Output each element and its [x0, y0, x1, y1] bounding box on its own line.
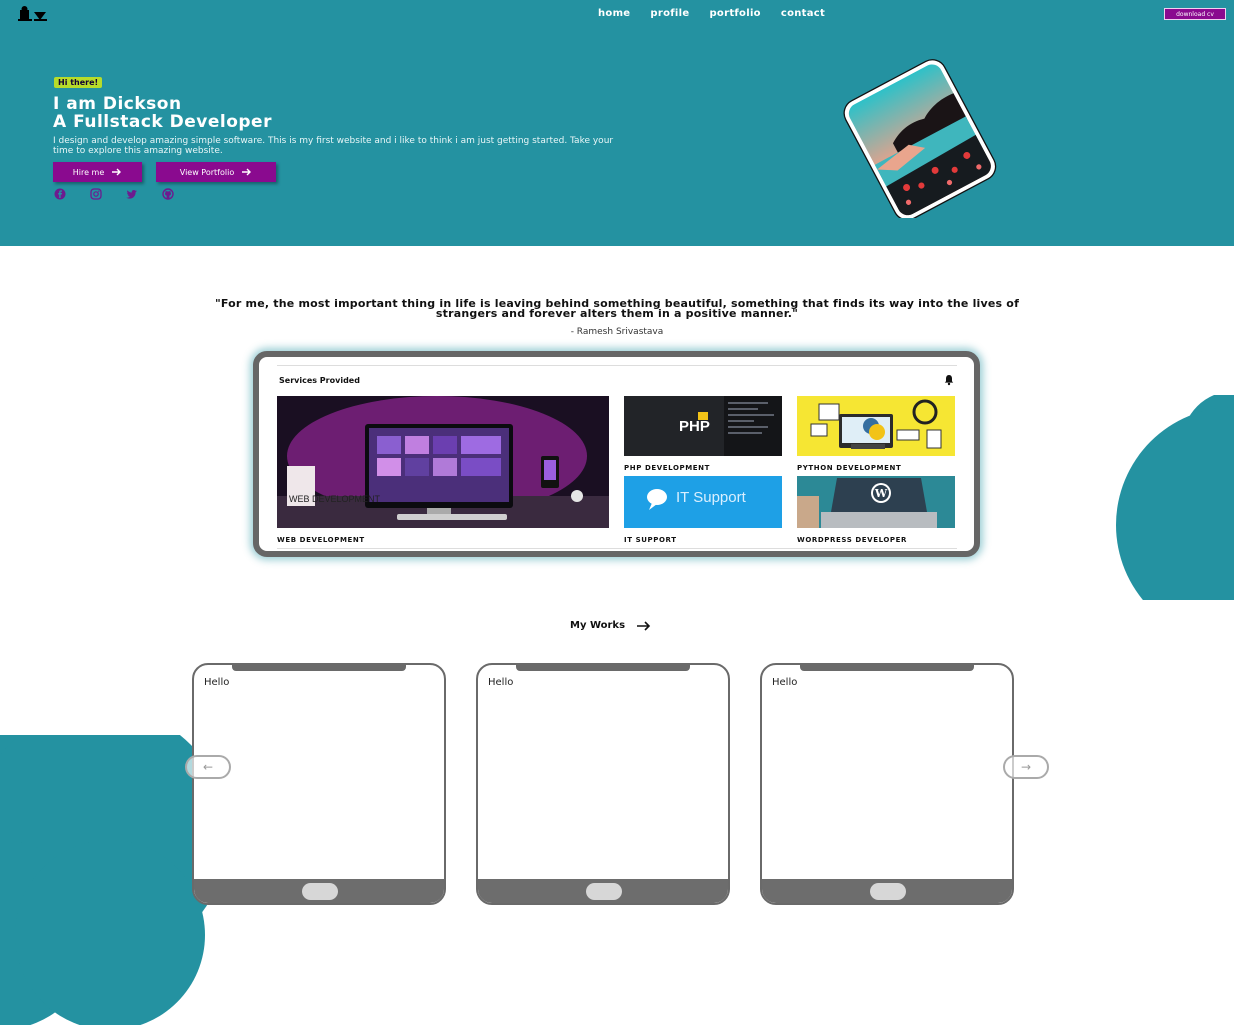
nav-contact-link[interactable]: contact — [781, 8, 825, 19]
quote-author: - Ramesh Srivastava — [570, 327, 664, 337]
nav-portfolio-link[interactable]: portfolio — [709, 8, 760, 19]
services-heading: Services Provided — [279, 376, 360, 385]
services-panel: Services Provided WEB DEVELOPMENT WEB DE… — [277, 365, 957, 549]
wordpress-laptop-image: W — [797, 476, 955, 528]
twitter-icon[interactable] — [126, 188, 138, 200]
service-tile-it-support[interactable]: IT Support — [624, 476, 782, 528]
nav-home-link[interactable]: home — [598, 8, 630, 19]
svg-text:W: W — [874, 487, 888, 500]
arrow-right-icon — [242, 168, 252, 176]
hero-buttons: Hire me View Portfolio — [53, 162, 276, 182]
arrow-right-icon — [637, 620, 651, 631]
work-card-text: Hello — [772, 677, 798, 688]
arrow-right-icon — [112, 168, 122, 176]
service-tile-web-development[interactable]: WEB DEVELOPMENT — [277, 396, 609, 528]
hire-me-label: Hire me — [72, 167, 105, 177]
home-button — [870, 883, 906, 900]
work-card[interactable]: Hello — [476, 663, 730, 905]
service-tile-wordpress[interactable]: W — [797, 476, 955, 528]
phone-notch — [232, 665, 406, 671]
view-portfolio-label: View Portfolio — [179, 167, 235, 177]
hire-me-button[interactable]: Hire me — [53, 162, 142, 182]
logo-icon[interactable] — [18, 6, 50, 22]
service-label-python: PYTHON DEVELOPMENT — [797, 464, 902, 472]
services-device-frame: Services Provided WEB DEVELOPMENT WEB DE… — [253, 351, 980, 557]
python-illustration — [797, 396, 955, 456]
service-label-web-development: WEB DEVELOPMENT — [277, 536, 365, 544]
github-icon[interactable] — [162, 188, 174, 200]
carousel-prev-button[interactable]: ← — [185, 755, 231, 779]
view-portfolio-button[interactable]: View Portfolio — [156, 162, 276, 182]
phone-chin — [478, 879, 728, 903]
web-development-overlay: WEB DEVELOPMENT — [289, 494, 381, 504]
cloud-blob-right — [1116, 395, 1234, 600]
work-card-text: Hello — [204, 677, 230, 688]
nav-profile-link[interactable]: profile — [650, 8, 689, 19]
service-label-php: PHP DEVELOPMENT — [624, 464, 711, 472]
service-label-wordpress: WORDPRESS DEVELOPER — [797, 536, 908, 544]
carousel-next-button[interactable]: → — [1003, 755, 1049, 779]
service-label-it-support: IT SUPPORT — [624, 536, 677, 544]
hero-phone-illustration — [843, 59, 997, 218]
phone-chin — [762, 879, 1012, 903]
instagram-icon[interactable] — [90, 188, 102, 200]
service-tile-python[interactable] — [797, 396, 955, 456]
work-card[interactable]: Hello — [760, 663, 1014, 905]
bell-icon[interactable] — [943, 374, 955, 386]
hero-description: I design and develop amazing simple soft… — [53, 136, 614, 156]
hero-title-line1: I am Dickson — [53, 94, 182, 114]
php-overlay: PHP — [679, 418, 710, 435]
my-works-heading[interactable]: My Works — [570, 620, 651, 631]
it-support-overlay: IT Support — [676, 489, 746, 506]
social-links — [54, 188, 174, 200]
monitor-desk-image — [277, 396, 609, 528]
home-button — [586, 883, 622, 900]
phone-chin — [194, 879, 444, 903]
main-nav: home profile portfolio contact — [598, 8, 825, 19]
hero-title: I am Dickson A Fullstack Developer — [53, 95, 272, 131]
hero-section: home profile portfolio contact download … — [0, 0, 1234, 246]
work-card-text: Hello — [488, 677, 514, 688]
hero-title-line2: A Fullstack Developer — [53, 112, 272, 132]
service-tile-php[interactable]: PHP — [624, 396, 782, 456]
download-cv-button[interactable]: download cv — [1164, 8, 1226, 20]
greeting-badge: Hi there! — [54, 77, 103, 88]
home-button — [302, 883, 338, 900]
quote-text: "For me, the most important thing in lif… — [214, 297, 1020, 320]
work-card[interactable]: Hello — [192, 663, 446, 905]
phone-notch — [516, 665, 690, 671]
facebook-icon[interactable] — [54, 188, 66, 200]
phone-notch — [800, 665, 974, 671]
my-works-label: My Works — [570, 620, 626, 631]
